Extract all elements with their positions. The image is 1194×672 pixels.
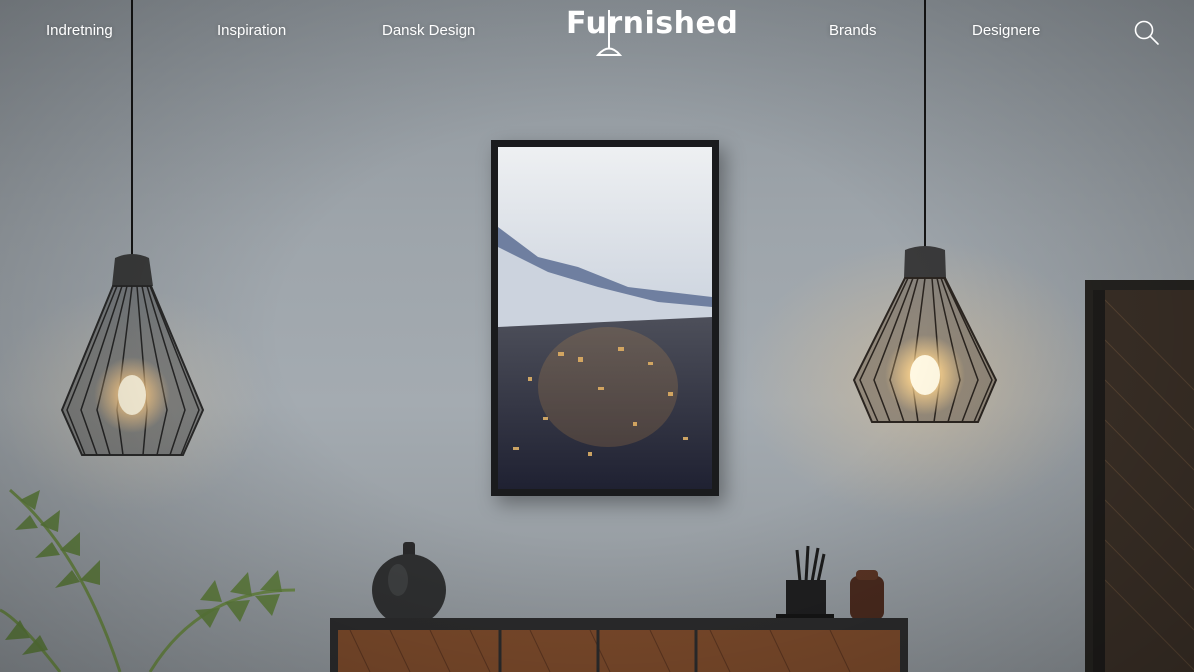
- city-landscape-photo: [498, 147, 712, 489]
- dark-cabinet: [1085, 280, 1194, 672]
- search-icon: [1134, 20, 1159, 45]
- logo-text: Furnished: [566, 6, 739, 41]
- black-vase: [372, 542, 446, 626]
- wooden-sideboard: [330, 618, 908, 672]
- nav-item-indretning[interactable]: Indretning: [46, 22, 113, 39]
- logo-lamp-icon: [596, 10, 622, 56]
- wall-picture-frame: [491, 140, 719, 496]
- hero-image: [0, 0, 1194, 672]
- nav-item-inspiration[interactable]: Inspiration: [217, 22, 286, 39]
- main-navigation: Indretning Inspiration Dansk Design Furn…: [0, 0, 1194, 70]
- nav-item-brands[interactable]: Brands: [829, 22, 877, 39]
- nav-item-designere[interactable]: Designere: [972, 22, 1040, 39]
- palm-plant: [0, 488, 296, 672]
- site-logo[interactable]: Furnished: [566, 6, 738, 58]
- desk-accessories: [776, 545, 884, 622]
- nav-item-dansk-design[interactable]: Dansk Design: [382, 22, 475, 39]
- search-button[interactable]: [1132, 18, 1160, 46]
